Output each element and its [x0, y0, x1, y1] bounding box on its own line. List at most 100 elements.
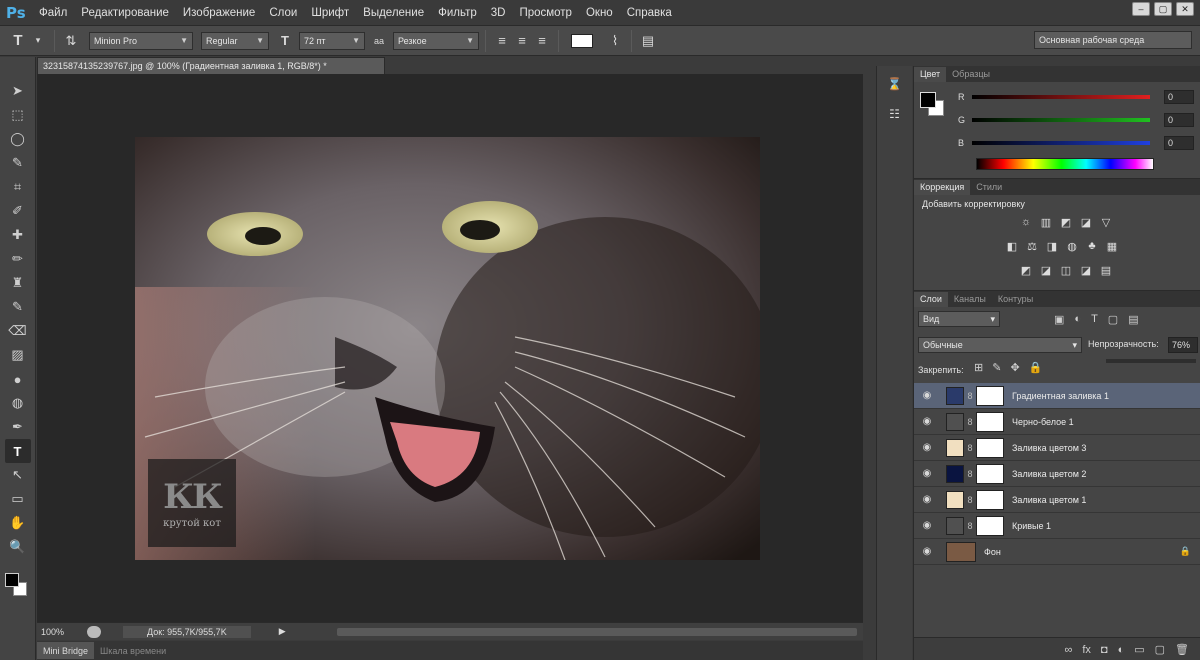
- layer-filter-select[interactable]: Вид ▾: [918, 311, 1000, 327]
- visibility-eye-icon[interactable]: ◉: [914, 416, 940, 427]
- filter-type-icon[interactable]: T: [1091, 313, 1098, 326]
- menu-item-5[interactable]: Выделение: [356, 7, 431, 19]
- healing-tool-icon[interactable]: ✚: [5, 223, 31, 247]
- layer-name[interactable]: Градиентная заливка 1: [1012, 391, 1109, 401]
- channel-slider[interactable]: [972, 141, 1150, 145]
- adjustment-icon[interactable]: ◫: [1058, 263, 1074, 277]
- tab-paths[interactable]: Контуры: [992, 292, 1039, 307]
- layer-mask-thumbnail[interactable]: [976, 489, 1004, 510]
- menu-item-2[interactable]: Изображение: [176, 7, 262, 19]
- move-tool-icon[interactable]: ➤: [5, 79, 31, 103]
- opacity-field[interactable]: 76%: [1168, 337, 1198, 353]
- visibility-eye-icon[interactable]: ◉: [914, 468, 940, 479]
- layer-row[interactable]: ◉ 8 Заливка цветом 2: [914, 461, 1200, 487]
- menu-item-4[interactable]: Шрифт: [304, 7, 356, 19]
- document-tab[interactable]: 32315874135239767.jpg @ 100% (Градиентна…: [37, 57, 385, 74]
- chain-link-icon[interactable]: 8: [964, 391, 976, 401]
- horizontal-scrollbar[interactable]: [337, 628, 857, 636]
- layer-mask-thumbnail[interactable]: [976, 463, 1004, 484]
- adjustment-icon[interactable]: ◪: [1078, 263, 1094, 277]
- zoom-tool-icon[interactable]: 🔍: [5, 535, 31, 559]
- adjustment-icon[interactable]: ⚖: [1024, 239, 1040, 253]
- tab-channels[interactable]: Каналы: [948, 292, 992, 307]
- eyedropper-tool-icon[interactable]: ✐: [5, 199, 31, 223]
- pen-tool-icon[interactable]: ✒: [5, 415, 31, 439]
- adjustment-icon[interactable]: ◩: [1018, 263, 1034, 277]
- layer-name[interactable]: Заливка цветом 2: [1012, 469, 1086, 479]
- crop-tool-icon[interactable]: ⌗: [5, 175, 31, 199]
- chain-link-icon[interactable]: 8: [964, 495, 976, 505]
- new-layer-icon[interactable]: ▢: [1155, 643, 1165, 656]
- font-size-select[interactable]: 72 пт ▼: [299, 31, 365, 50]
- channel-value-field[interactable]: 0: [1164, 90, 1194, 104]
- chain-link-icon[interactable]: 8: [964, 417, 976, 427]
- adjustment-icon[interactable]: ◍: [1064, 239, 1080, 253]
- filter-adjustment-icon[interactable]: ◐: [1074, 313, 1081, 326]
- link-layers-icon[interactable]: ∞: [1065, 644, 1073, 656]
- adjustment-icon[interactable]: ◩: [1058, 215, 1074, 229]
- tab-color[interactable]: Цвет: [914, 67, 947, 82]
- maximize-icon[interactable]: ▢: [1154, 2, 1172, 16]
- channel-slider[interactable]: [972, 118, 1150, 122]
- visibility-eye-icon[interactable]: ◉: [914, 390, 940, 401]
- layer-row[interactable]: ◉ 8 Градиентная заливка 1: [914, 383, 1200, 409]
- adjustment-icon[interactable]: ▦: [1104, 239, 1120, 253]
- visibility-eye-icon[interactable]: ◉: [914, 546, 940, 557]
- quick-select-tool-icon[interactable]: ✎: [5, 151, 31, 175]
- status-info-icon[interactable]: [87, 625, 101, 638]
- menu-item-8[interactable]: Просмотр: [512, 7, 579, 19]
- layer-name[interactable]: Кривые 1: [1012, 521, 1051, 531]
- gradient-tool-icon[interactable]: ▨: [5, 343, 31, 367]
- menu-item-6[interactable]: Фильтр: [431, 7, 484, 19]
- menu-item-0[interactable]: Файл: [32, 7, 74, 19]
- chain-link-icon[interactable]: 8: [964, 443, 976, 453]
- close-icon[interactable]: ✕: [1176, 2, 1194, 16]
- history-icon[interactable]: ⌛: [883, 72, 907, 96]
- lock-position-icon[interactable]: ✥: [1010, 361, 1019, 374]
- type-tool-icon[interactable]: T: [4, 439, 31, 463]
- tab-adjustments[interactable]: Коррекция: [914, 180, 971, 195]
- menu-item-3[interactable]: Слои: [262, 7, 304, 19]
- visibility-eye-icon[interactable]: ◉: [914, 442, 940, 453]
- add-mask-icon[interactable]: ◘: [1101, 644, 1108, 656]
- lasso-tool-icon[interactable]: ◯: [5, 127, 31, 151]
- channel-value-field[interactable]: 0: [1164, 113, 1194, 127]
- chain-link-icon[interactable]: 8: [964, 469, 976, 479]
- align-center-icon[interactable]: ≡: [512, 31, 532, 51]
- adjustment-icon[interactable]: ▥: [1038, 215, 1054, 229]
- blend-mode-select[interactable]: Обычные ▾: [918, 337, 1082, 353]
- filter-shape-icon[interactable]: ▢: [1108, 313, 1118, 326]
- adjustment-icon[interactable]: ◧: [1004, 239, 1020, 253]
- channel-value-field[interactable]: 0: [1164, 136, 1194, 150]
- visibility-eye-icon[interactable]: ◉: [914, 494, 940, 505]
- font-style-select[interactable]: Regular ▼: [201, 31, 269, 50]
- adjustment-icon[interactable]: ▽: [1098, 215, 1114, 229]
- align-right-icon[interactable]: ≡: [532, 31, 552, 51]
- layer-row[interactable]: ◉ 8 Заливка цветом 1: [914, 487, 1200, 513]
- layer-name[interactable]: Заливка цветом 1: [1012, 495, 1086, 505]
- menu-item-1[interactable]: Редактирование: [74, 7, 176, 19]
- antialias-select[interactable]: Резкое ▼: [393, 31, 479, 50]
- layer-row[interactable]: ◉ 8 Черно-белое 1: [914, 409, 1200, 435]
- channel-slider[interactable]: [972, 95, 1150, 99]
- filter-smart-icon[interactable]: ▤: [1128, 313, 1138, 326]
- minimize-icon[interactable]: –: [1132, 2, 1150, 16]
- status-menu-arrow-icon[interactable]: ▶: [279, 626, 286, 637]
- properties-icon[interactable]: ☷: [883, 102, 907, 126]
- menu-item-7[interactable]: 3D: [484, 7, 513, 19]
- new-adjustment-icon[interactable]: ◐: [1118, 644, 1125, 656]
- character-panel-icon[interactable]: ▤: [638, 31, 658, 51]
- color-spectrum[interactable]: [976, 158, 1154, 170]
- hand-tool-icon[interactable]: ✋: [5, 511, 31, 535]
- fx-icon[interactable]: fx: [1082, 644, 1091, 656]
- lock-transparency-icon[interactable]: ⊞: [974, 361, 983, 374]
- shape-tool-icon[interactable]: ▭: [5, 487, 31, 511]
- type-tool-icon[interactable]: T: [8, 31, 28, 51]
- tab-layers[interactable]: Слои: [914, 292, 948, 307]
- text-color-swatch[interactable]: [571, 33, 593, 48]
- tab-timeline[interactable]: Шкала времени: [94, 642, 172, 659]
- blur-tool-icon[interactable]: ●: [5, 367, 31, 391]
- adjustment-icon[interactable]: ▤: [1098, 263, 1114, 277]
- layer-mask-thumbnail[interactable]: [976, 437, 1004, 458]
- adjustment-icon[interactable]: ♣: [1084, 239, 1100, 253]
